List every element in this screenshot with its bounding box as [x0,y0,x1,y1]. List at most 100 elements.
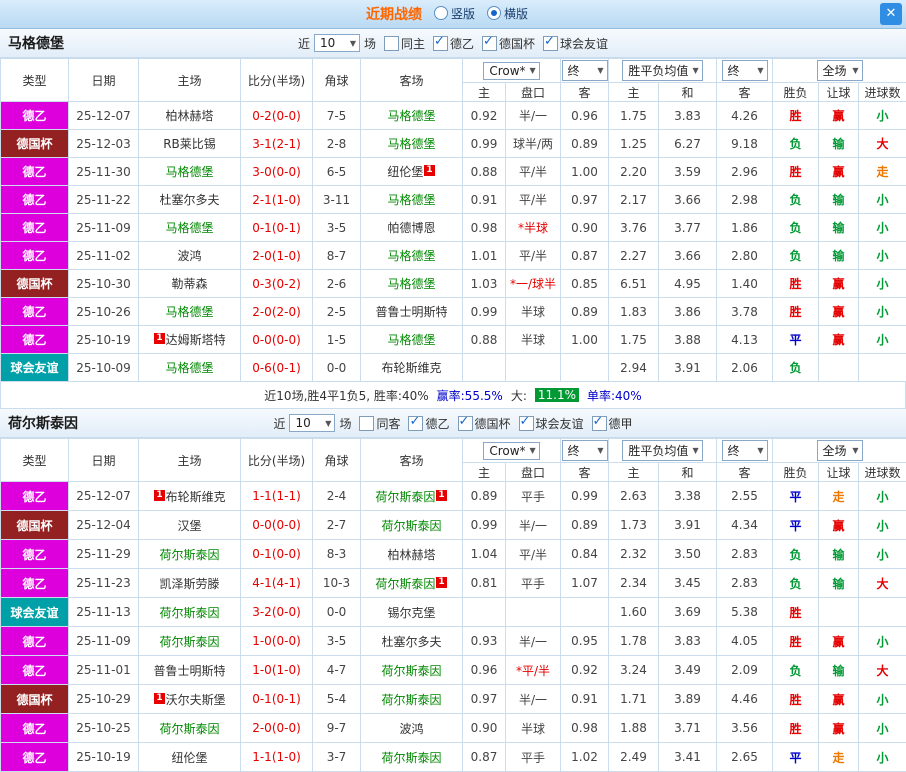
team-name-link[interactable]: 杜塞尔多夫 [159,193,219,207]
odds-away: 0.89 [561,511,609,540]
team-name-link[interactable]: 普鲁士明斯特 [375,305,447,319]
corner-score: 3-5 [313,214,361,242]
filter-checkbox[interactable]: 德国杯 [458,415,511,432]
team-name-link[interactable]: 帕德博恩 [387,221,435,235]
team-name-link[interactable]: 马格德堡 [165,361,213,375]
match-date: 25-11-29 [69,540,139,569]
close-button[interactable]: ✕ [880,3,902,25]
team-name-link[interactable]: 马格德堡 [165,305,213,319]
checkbox-label: 同客 [376,415,400,432]
team-name-link[interactable]: 锡尔克堡 [387,606,435,620]
team-name-link[interactable]: 荷尔斯泰因 [159,548,219,562]
avg-draw: 3.49 [659,656,717,685]
team-name-link[interactable]: 荷尔斯泰因 [159,635,219,649]
avg-home: 1.60 [609,598,659,627]
team-name-link[interactable]: 勒蒂森 [171,277,207,291]
match-count-select[interactable]: 10▼ [289,414,335,432]
result-cell: 胜 [773,298,819,326]
team-name-link[interactable]: 马格德堡 [387,249,435,263]
team-name-link[interactable]: 荷尔斯泰因 [381,751,441,765]
avg-select[interactable]: 胜平负均值▼ [622,60,702,81]
team-name-link[interactable]: 荷尔斯泰因 [375,490,435,504]
filter-checkbox[interactable]: 德甲 [592,415,633,432]
fulltime-select[interactable]: 全场▼ [817,440,863,461]
team-name-link[interactable]: 马格德堡 [387,333,435,347]
odds-company-select[interactable]: Crow*▼ [483,442,539,460]
team-name-link[interactable]: 纽伦堡 [387,165,423,179]
radio-label: 横版 [504,5,528,22]
team-name-link[interactable]: 纽伦堡 [171,751,207,765]
team-name-link[interactable]: 荷尔斯泰因 [375,577,435,591]
away-team-cell: 柏林赫塔 [361,540,463,569]
team-name-link[interactable]: 荷尔斯泰因 [381,519,441,533]
goals-result-cell: 小 [859,540,906,569]
team-name-link[interactable]: 凯泽斯劳滕 [159,577,219,591]
filter-checkbox[interactable]: 球会友谊 [543,35,608,52]
filter-checkbox[interactable]: 德乙 [408,415,449,432]
avg-home: 1.75 [609,326,659,354]
radio-label: 竖版 [451,5,475,22]
summary-segment: 11.1% [535,388,579,402]
result-cell: 负 [773,130,819,158]
avg-final-select[interactable]: 终▼ [722,440,768,461]
odds-away: 0.98 [561,714,609,743]
team-header-bar: 马格德堡近10▼场同主德乙德国杯球会友谊 [0,29,906,58]
team-name-link[interactable]: 波鸿 [177,249,201,263]
odds-final-select[interactable]: 终▼ [562,440,608,461]
avg-draw: 3.88 [659,326,717,354]
team-name-link[interactable]: 荷尔斯泰因 [381,664,441,678]
avg-final-select[interactable]: 终▼ [722,60,768,81]
filter-checkbox[interactable]: 球会友谊 [519,415,584,432]
avg-away: 3.78 [717,298,773,326]
filter-checkbox[interactable]: 德国杯 [482,35,535,52]
team-name-link[interactable]: 马格德堡 [387,109,435,123]
avg-final-select-value: 终 [728,442,740,459]
avg-home: 2.63 [609,482,659,511]
filter-checkbox[interactable]: 同客 [359,415,400,432]
team-name-link[interactable]: RB莱比锡 [163,137,216,151]
team-name-link[interactable]: 马格德堡 [387,137,435,151]
team-name-link[interactable]: 柏林赫塔 [165,109,213,123]
team-name-link[interactable]: 汉堡 [177,519,201,533]
team-name-link[interactable]: 荷尔斯泰因 [381,693,441,707]
goals-result-cell: 小 [859,186,906,214]
radio-horizontal-layout[interactable]: 横版 [487,5,528,22]
unit-label: 场 [339,415,351,432]
odds-company-select[interactable]: Crow*▼ [483,62,539,80]
radio-vertical-layout[interactable]: 竖版 [434,5,475,22]
team-name-link[interactable]: 荷尔斯泰因 [159,722,219,736]
team-name-link[interactable]: 达姆斯塔特 [166,333,226,347]
chevron-down-icon: ▼ [852,446,858,455]
fulltime-select[interactable]: 全场▼ [817,60,863,81]
odds-company-select-value: Crow* [489,64,525,78]
filter-checkbox[interactable]: 同主 [384,35,425,52]
odds-home: 0.92 [463,102,506,130]
handicap-result-cell: 赢 [819,158,859,186]
team-name-link[interactable]: 波鸿 [399,722,423,736]
avg-away: 4.05 [717,627,773,656]
result-cell: 负 [773,540,819,569]
team-name-link[interactable]: 荷尔斯泰因 [159,606,219,620]
team-name-link[interactable]: 杜塞尔多夫 [381,635,441,649]
team-name-link[interactable]: 普鲁士明斯特 [153,664,225,678]
odds-away: 0.89 [561,298,609,326]
team-name-link[interactable]: 柏林赫塔 [387,548,435,562]
red-card-badge: 1 [436,490,446,501]
odds-handicap-line: 半/一 [506,627,561,656]
filter-checkbox[interactable]: 德乙 [433,35,474,52]
match-score: 0-6(0-1) [241,354,313,382]
team-name-link[interactable]: 马格德堡 [387,193,435,207]
match-type-badge: 德乙 [1,656,69,685]
match-count-select[interactable]: 10▼ [314,34,360,52]
team-name-link[interactable]: 马格德堡 [387,277,435,291]
team-name-link[interactable]: 沃尔夫斯堡 [166,693,226,707]
odds-final-select[interactable]: 终▼ [562,60,608,81]
team-name-link[interactable]: 马格德堡 [165,165,213,179]
match-score: 0-1(0-1) [241,685,313,714]
team-name-link[interactable]: 布轮斯维克 [381,361,441,375]
team-name-link[interactable]: 马格德堡 [165,221,213,235]
avg-select[interactable]: 胜平负均值▼ [622,440,702,461]
col-type-header: 类型 [1,59,69,102]
team-name-link[interactable]: 布轮斯维克 [166,490,226,504]
away-team-cell: 荷尔斯泰因 [361,656,463,685]
